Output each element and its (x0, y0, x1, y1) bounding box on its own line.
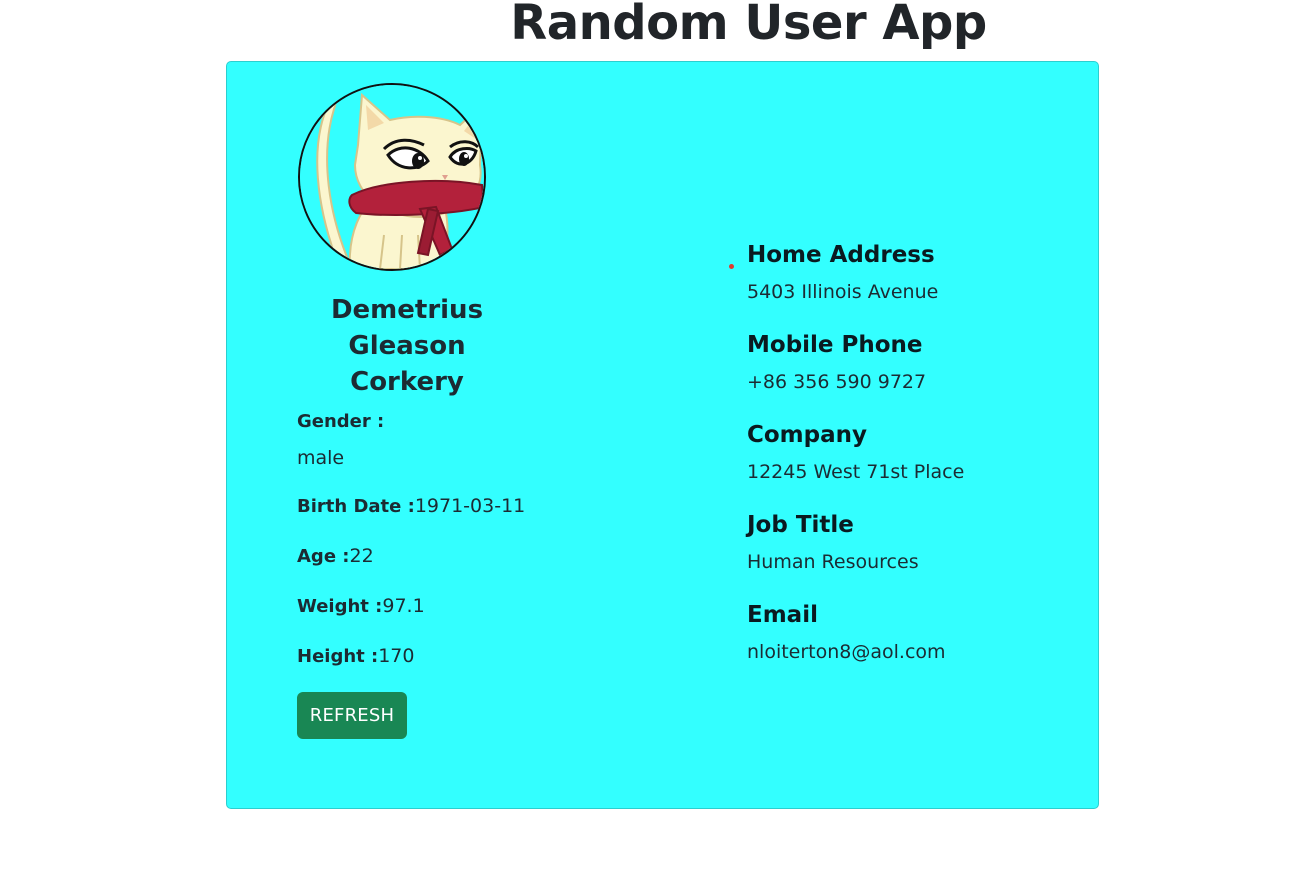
user-card: Demetrius Gleason Corkery Gender : male … (226, 61, 1099, 809)
height-field: Height :170 (297, 644, 414, 669)
gender-label-text: Gender : (297, 411, 385, 432)
home-address-section: Home Address 5403 Illinois Avenue (747, 240, 938, 303)
email-heading: Email (747, 602, 818, 628)
job-title-value: Human Resources (747, 551, 919, 573)
email-section: Email nloiterton8@aol.com (747, 600, 946, 663)
weight-value: 97.1 (382, 595, 425, 617)
cat-avatar-icon (300, 85, 484, 269)
job-title-section: Job Title Human Resources (747, 510, 919, 573)
height-label: Height : (297, 646, 379, 667)
company-value: 12245 West 71st Place (747, 461, 965, 483)
age-label: Age : (297, 546, 350, 567)
gender-value: male (297, 447, 345, 469)
avatar (298, 83, 486, 271)
age-value: 22 (349, 545, 374, 567)
birth-date-value: 1971-03-11 (414, 495, 526, 517)
birth-date-field: Birth Date :1971-03-11 (297, 494, 525, 519)
user-name: Demetrius Gleason Corkery (330, 295, 484, 397)
weight-label: Weight : (297, 596, 383, 617)
refresh-button[interactable]: REFRESH (297, 692, 407, 739)
company-section: Company 12245 West 71st Place (747, 420, 964, 483)
height-value: 170 (378, 645, 415, 667)
birth-date-label: Birth Date : (297, 496, 415, 517)
email-value: nloiterton8@aol.com (747, 641, 946, 663)
mobile-phone-heading: Mobile Phone (747, 332, 923, 358)
age-field: Age :22 (297, 544, 374, 569)
page-title: Random User App (510, 0, 987, 51)
job-title-heading: Job Title (747, 512, 854, 538)
home-address-value: 5403 Illinois Avenue (747, 281, 939, 303)
weight-field: Weight :97.1 (297, 594, 425, 619)
gender-label: Gender : (297, 410, 384, 434)
home-address-heading: Home Address (747, 242, 935, 268)
mobile-phone-value: +86 356 590 9727 (747, 371, 927, 393)
company-heading: Company (747, 422, 867, 448)
status-dot (729, 264, 734, 269)
mobile-phone-section: Mobile Phone +86 356 590 9727 (747, 330, 926, 393)
